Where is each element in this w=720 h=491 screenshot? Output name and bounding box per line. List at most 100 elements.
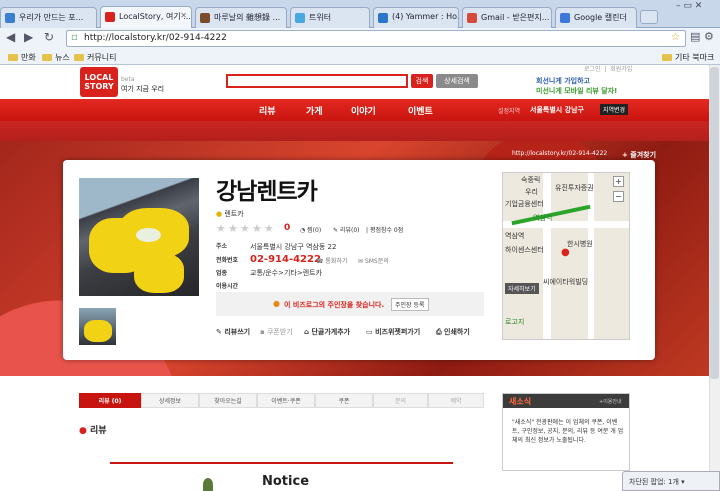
review-header: ● 리뷰 (79, 426, 107, 436)
tab-review[interactable]: 리뷰 (0) (79, 393, 141, 408)
browser-tab[interactable]: Gmail - 받은편지... (462, 7, 552, 28)
favorite-link[interactable]: + 즐겨찾기 (622, 150, 656, 160)
news-more-link[interactable]: +이용안내 (599, 398, 622, 405)
nav-review[interactable]: 리뷰 (259, 104, 276, 117)
coupon-button[interactable]: ▪ 쿠폰받기 (260, 327, 293, 337)
browser-tab[interactable]: 마루날의 雜想錄 ... (195, 7, 287, 28)
site-logo[interactable]: LOCAL STORY (80, 67, 118, 97)
banner-line: 회선니게 가입하고 (536, 77, 590, 85)
browser-tab[interactable]: Google 캘린더 (555, 7, 637, 28)
action-label: 인쇄하기 (444, 328, 470, 336)
map-label: 역삼역 (533, 214, 553, 222)
site-search-input[interactable] (226, 74, 408, 88)
bookmark-star-icon[interactable]: ☆ (671, 32, 680, 43)
browser-tab-strip: 우리가 만드는 포... LocalStory, 여기 ... ✕ 마루날의 雜想… (0, 0, 720, 29)
folder-icon (8, 54, 18, 61)
store-photo[interactable] (79, 178, 199, 296)
new-tab-button[interactable] (640, 10, 658, 24)
tab-directions[interactable]: 찾아오는길 (199, 393, 257, 408)
promo-banner[interactable]: 회선니게 가입하고 미선니게 모바일 리뷰 달자! (536, 76, 617, 96)
logo-beta: beta (121, 76, 135, 83)
star-icon: ★ (216, 222, 226, 235)
scrollbar-thumb[interactable] (710, 67, 719, 379)
action-label: 단골가게추가 (311, 328, 351, 336)
zoom-out-icon[interactable]: − (613, 191, 624, 202)
star-icon: ★ (252, 222, 262, 235)
detail-search-button[interactable]: 상세검색 (436, 74, 478, 88)
tab-favicon-icon (5, 13, 15, 23)
browser-tab-active[interactable]: LocalStory, 여기 ... ✕ (100, 6, 192, 29)
tab-event[interactable]: 이벤트·쿠폰 (257, 393, 315, 408)
owner-register-button[interactable]: 주인장 등록 (391, 298, 429, 311)
wrench-icon[interactable]: ⚙ (704, 30, 714, 43)
sms-button[interactable]: ✉ SMS문의 (358, 256, 389, 265)
search-button[interactable]: 검색 (411, 74, 433, 88)
map-label: 로고지 (505, 318, 525, 326)
blocked-popup-notice[interactable]: 차단된 팝업: 1개 ▾ (622, 471, 720, 491)
notice-title: Notice (262, 474, 310, 489)
folder-icon (662, 54, 672, 61)
map-label: 우리 (525, 188, 538, 196)
browser-tab[interactable]: 트위터 (290, 7, 370, 28)
bookmark-folder[interactable]: 만화 (8, 52, 36, 63)
login-link[interactable]: 로그인 (584, 66, 601, 73)
tab-reservation[interactable]: 예약 (428, 393, 484, 408)
tab-title: Google 캘린더 (574, 13, 627, 22)
tab-favicon-icon (560, 13, 570, 23)
address-bar[interactable]: ▫ http://localstory.kr/02-914-4222 ☆ (66, 30, 686, 47)
nav-story[interactable]: 이야기 (351, 104, 376, 117)
action-label: 쿠폰받기 (266, 328, 293, 336)
tab-detail[interactable]: 상세정보 (141, 393, 199, 408)
address-label: 주소 (216, 243, 228, 250)
back-icon[interactable]: ◀ (6, 30, 15, 44)
forward-icon[interactable]: ▶ (24, 30, 33, 44)
bookmark-folder[interactable]: 커뮤니티 (74, 52, 116, 63)
add-favorite-button[interactable]: ⌂ 단골가게추가 (304, 327, 350, 337)
tab-favicon-icon (467, 13, 477, 23)
category-text: 렌트카 (224, 210, 244, 218)
nav-strip (0, 121, 720, 141)
bookmarks-bar: 만화 뉴스 커뮤니티 기타 북마크 (0, 50, 720, 65)
biz-value[interactable]: 교통/운수>기타>렌트카 (250, 268, 322, 278)
page-icon: ▫ (71, 32, 78, 43)
print-button[interactable]: ⎙ 인쇄하기 (436, 327, 470, 337)
tab-favicon-icon (105, 12, 115, 22)
zoom-in-icon[interactable]: + (613, 176, 624, 187)
news-header: 새소식 +이용안내 (503, 394, 629, 408)
tab-inquiry[interactable]: 문의 (373, 393, 428, 408)
other-bookmarks[interactable]: 기타 북마크 (662, 52, 714, 63)
join-link[interactable]: 회원가입 (610, 66, 632, 73)
region-change-button[interactable]: 지역변경 (600, 104, 629, 115)
map-label: 기업금융센터 (505, 200, 544, 208)
review-header-text: 리뷰 (90, 426, 107, 436)
photo-shape (134, 253, 184, 293)
tab-title: (4) Yammer : Ho... (392, 12, 459, 21)
bookmark-folder[interactable]: 뉴스 (42, 52, 70, 63)
leaf-icon (203, 478, 213, 491)
tab-coupon[interactable]: 쿠폰 (315, 393, 373, 408)
map-label: 숙중릭 (521, 176, 541, 184)
phone-number[interactable]: 02-914-4222 (250, 254, 321, 265)
owner-claim-box: ● 이 비즈로그의 주인장을 찾습니다. 주인장 등록 (216, 292, 484, 316)
nav-event[interactable]: 이벤트 (408, 104, 433, 117)
store-map[interactable]: 숙중릭 우리 유진투자증권 기업금융센터 역삼역 역삼역 하이센스센터 한시병원… (502, 172, 630, 340)
widget-button[interactable]: ▭ 비즈위젯퍼가기 (366, 327, 420, 337)
action-label: 비즈위젯퍼가기 (375, 328, 421, 336)
map-road (543, 173, 551, 339)
window-controls[interactable]: – ▭ ✕ (676, 1, 702, 11)
tab-title: 우리가 만드는 포... (19, 13, 84, 22)
call-button[interactable]: ☎ 통화하기 (316, 256, 347, 265)
browser-tab[interactable]: 우리가 만드는 포... (0, 7, 97, 28)
tab-close-icon[interactable]: ✕ (180, 11, 187, 20)
region-value: 서울특별시 강남구 (530, 106, 584, 114)
map-detail-button[interactable]: 자세히보기 (505, 283, 539, 294)
map-pin-icon: ● (561, 247, 570, 258)
region-label: 설정지역 (498, 108, 521, 115)
photo-thumbnail[interactable] (79, 308, 116, 345)
write-review-button[interactable]: ✎ 리뷰쓰기 (216, 327, 250, 337)
reload-icon[interactable]: ↻ (44, 30, 54, 44)
page-menu-icon[interactable]: ▤ (690, 30, 700, 43)
browser-tab[interactable]: (4) Yammer : Ho... (373, 7, 459, 28)
nav-store[interactable]: 가게 (306, 104, 323, 117)
owner-message: 이 비즈로그의 주인장을 찾습니다. (284, 301, 385, 309)
